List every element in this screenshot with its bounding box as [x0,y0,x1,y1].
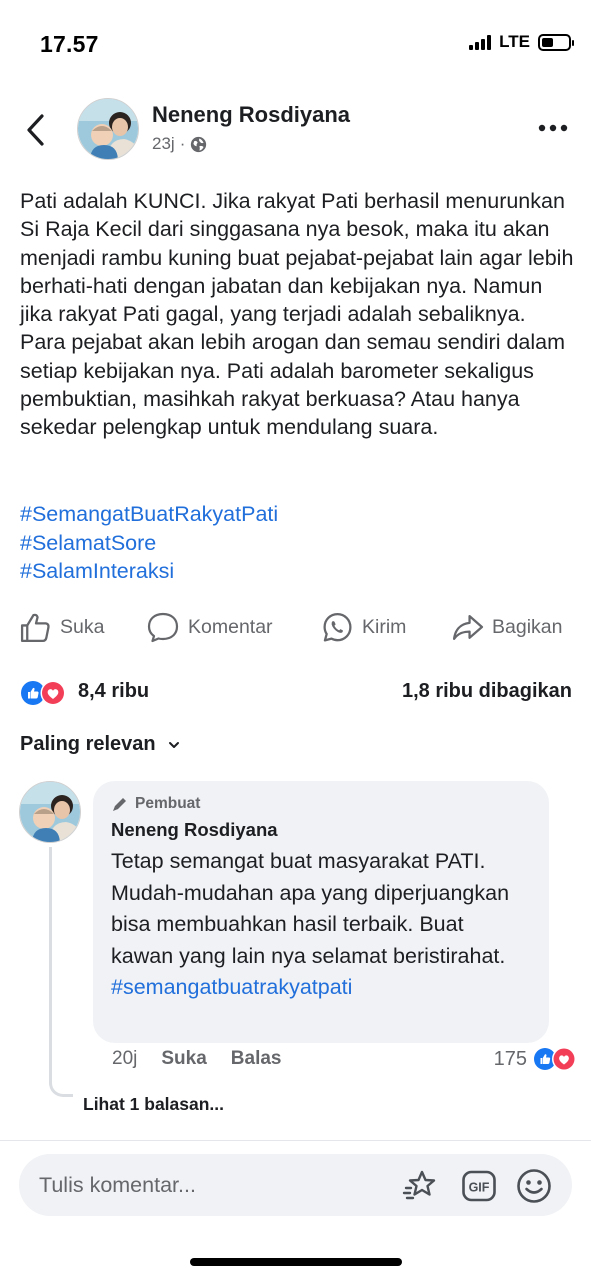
more-options-icon[interactable] [537,118,569,138]
post-header: Neneng Rosdiyana 23j · [0,96,591,166]
reaction-icons[interactable] [20,680,72,706]
status-indicators: LTE [469,32,574,52]
sort-label: Paling relevan [20,733,156,755]
comment-author[interactable]: Neneng Rosdiyana [111,819,531,841]
battery-level [542,37,553,47]
comment-reactions[interactable]: 175 [494,1046,579,1072]
gif-icon[interactable]: GIF [461,1168,497,1204]
share-button[interactable]: Bagikan [451,611,562,644]
battery-icon [538,33,574,51]
reactions-summary: 8,4 ribu 1,8 ribu dibagikan [20,677,572,709]
status-time: 17.57 [40,31,99,57]
post-age[interactable]: 23j [152,134,175,154]
shares-count[interactable]: 1,8 ribu dibagikan [402,680,572,703]
reactions-count[interactable]: 8,4 ribu [78,680,149,703]
comment-hashtag[interactable]: #semangatbuatrakyatpati [111,972,531,1004]
author-badge: Pembuat [111,795,531,813]
pencil-icon [113,798,126,811]
comment-bubble[interactable]: Pembuat Neneng Rosdiyana Tetap semangat … [93,781,549,1043]
comment-reply-button[interactable]: Balas [231,1048,282,1070]
send-whatsapp-button[interactable]: Kirim [321,611,406,644]
network-type: LTE [499,32,530,51]
comment-age[interactable]: 20j [112,1048,137,1070]
globe-icon [191,136,207,152]
hashtag-link[interactable]: #SelamatSore [20,529,278,558]
divider [0,1140,591,1141]
action-bar: Suka Komentar Kirim Bagikan [0,610,591,650]
chevron-down-icon [168,741,179,748]
hashtag-link[interactable]: #SalamInteraksi [20,557,278,586]
thumbs-up-icon [20,613,50,643]
author-name[interactable]: Neneng Rosdiyana [152,102,350,128]
comment-text: Tetap semangat buat masyarakat PATI. Mud… [111,849,510,968]
like-button[interactable]: Suka [19,611,104,644]
comment-like-button[interactable]: Suka [161,1048,206,1070]
whatsapp-icon [323,612,352,642]
post-meta: 23j · [152,134,207,154]
share-arrow-icon [452,615,484,640]
comment-label: Komentar [188,616,273,638]
reply-thread-line [49,847,73,1097]
author-badge-label: Pembuat [135,795,201,812]
reaction-icons [534,1047,576,1071]
avatar-photo [20,782,80,842]
back-arrow-icon[interactable] [22,112,52,148]
post-text: Pati adalah KUNCI. Jika rakyat Pati berh… [20,189,574,440]
comment-sort-dropdown[interactable]: Paling relevan [20,733,180,756]
author-avatar[interactable] [77,98,139,160]
comment-input[interactable] [39,1154,399,1216]
status-bar: 17.57 LTE [0,0,591,88]
hashtag-list: #SemangatBuatRakyatPati #SelamatSore #Sa… [20,500,278,586]
view-replies-link[interactable]: Lihat 1 balasan... [83,1094,224,1115]
comment-composer: GIF [19,1154,572,1216]
meta-separator: · [179,134,186,153]
emoji-icon[interactable] [516,1168,552,1204]
comment-reactions-count: 175 [493,1047,527,1070]
avatar-sticker-icon[interactable] [402,1168,440,1204]
share-label: Bagikan [492,616,563,638]
avatar-photo [78,99,138,159]
hashtag-link[interactable]: #SemangatBuatRakyatPati [20,500,278,529]
home-indicator[interactable] [190,1258,402,1266]
comment-meta: 20j Suka Balas [112,1048,281,1070]
commenter-avatar[interactable] [19,781,81,843]
comment-button[interactable]: Komentar [146,611,273,644]
comment-bubble-icon [147,612,179,643]
like-label: Suka [60,616,105,638]
signal-icon [469,34,492,50]
svg-text:GIF: GIF [469,1181,490,1195]
send-label: Kirim [362,616,407,638]
